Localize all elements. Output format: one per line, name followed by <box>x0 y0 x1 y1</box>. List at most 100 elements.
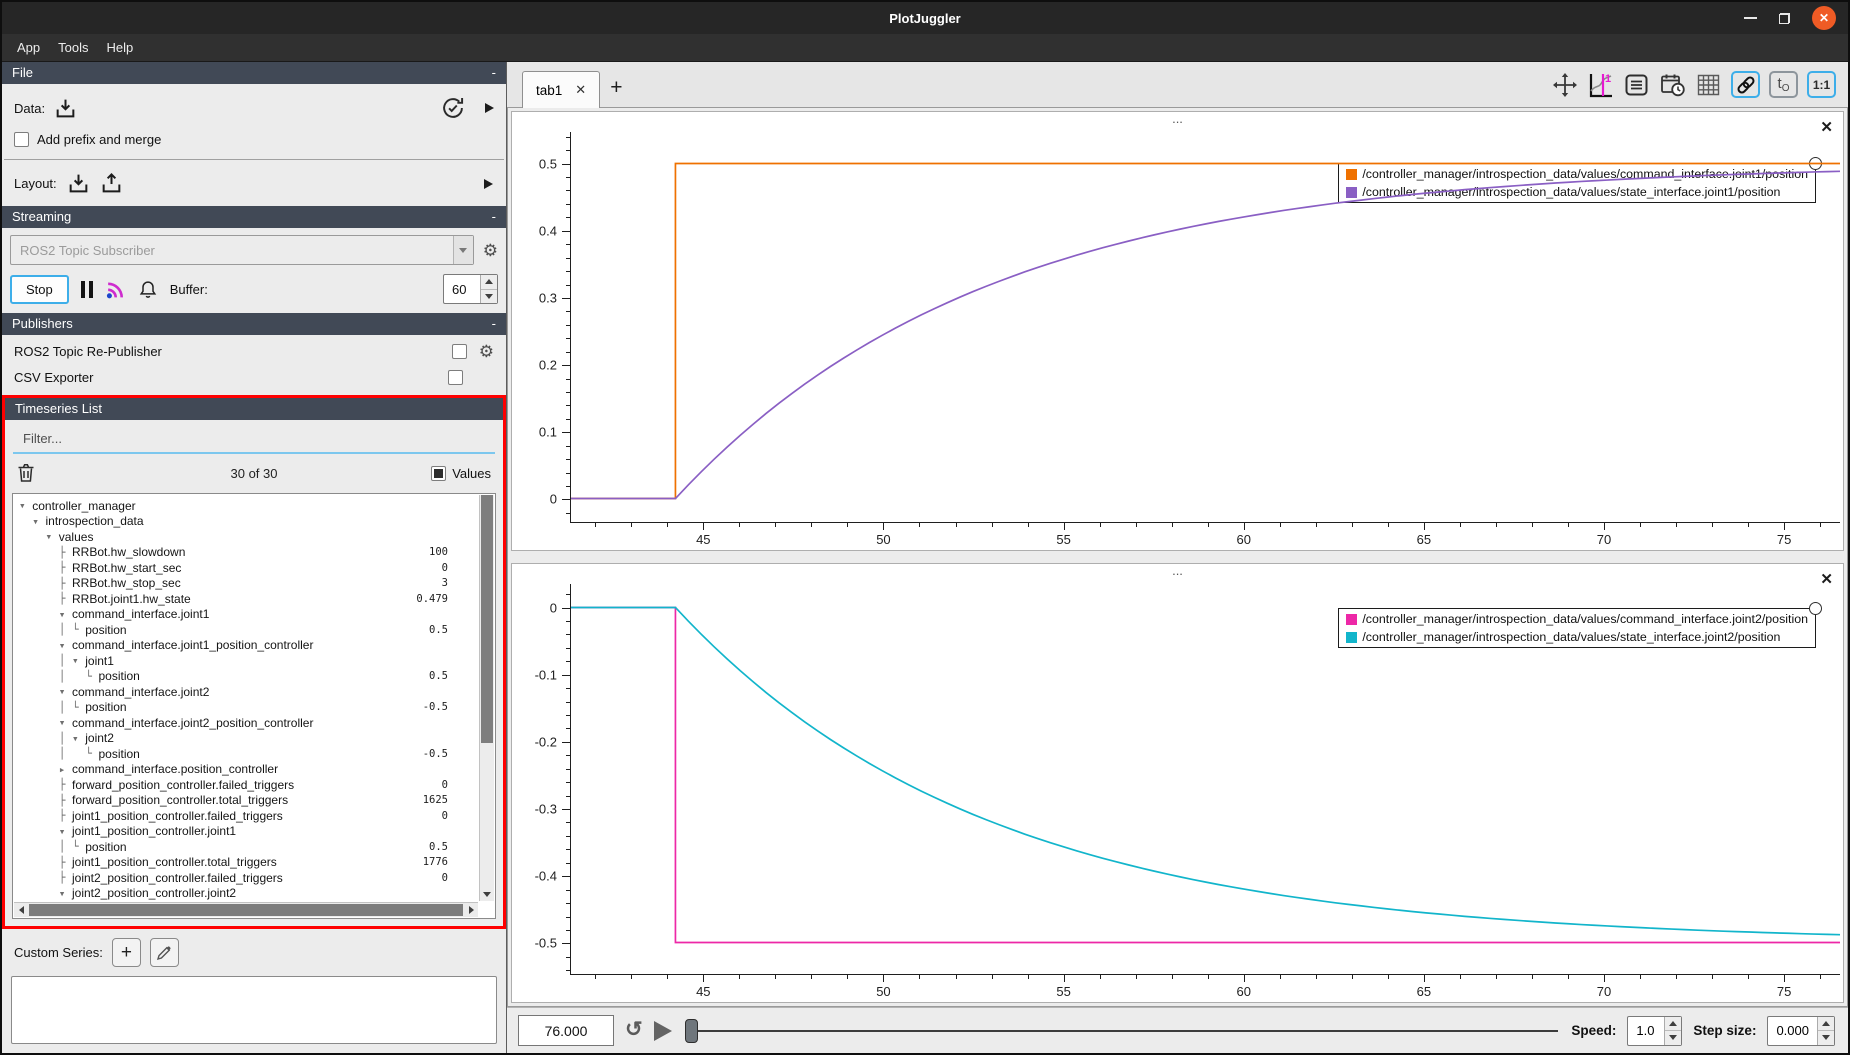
tree-item[interactable]: │ └ position-0.5 <box>19 746 478 762</box>
plot-canvas[interactable]: /controller_manager/introspection_data/v… <box>570 132 1840 523</box>
tree-item[interactable]: │ ▾ joint1 <box>19 653 478 669</box>
layout-menu-expander-icon[interactable] <box>484 179 493 189</box>
legend-item[interactable]: /controller_manager/introspection_data/v… <box>1346 612 1808 626</box>
tree-item[interactable]: ├ joint1_position_controller.total_trigg… <box>19 855 478 871</box>
plot-close-icon[interactable]: ✕ <box>1820 570 1833 588</box>
reload-data-icon[interactable] <box>440 95 466 121</box>
tree-item-label[interactable]: controller_manager <box>32 499 135 513</box>
tree-item-label[interactable]: position <box>85 623 126 637</box>
tree-item-label[interactable]: RRBot.joint1.hw_state <box>72 592 191 606</box>
values-checkbox[interactable] <box>431 466 446 481</box>
plot-joint2[interactable]: ... ✕ 0-0.1-0.2-0.3-0.4-0.5 /controller_… <box>511 563 1844 1003</box>
play-icon[interactable] <box>654 1021 672 1041</box>
collapse-icon[interactable]: - <box>492 209 496 224</box>
minimize-icon[interactable] <box>1744 17 1757 19</box>
load-layout-icon[interactable] <box>67 172 90 195</box>
tree-item-label[interactable]: position <box>85 840 126 854</box>
pause-icon[interactable] <box>81 281 93 298</box>
tree-item-label[interactable]: RRBot.hw_slowdown <box>72 545 185 559</box>
grid-layout-icon[interactable] <box>1695 72 1722 98</box>
collapse-icon[interactable]: - <box>492 316 496 331</box>
ratio-1-1-icon[interactable]: 1:1 <box>1807 71 1836 98</box>
menu-tools[interactable]: Tools <box>49 37 97 58</box>
streaming-source-select[interactable]: ROS2 Topic Subscriber <box>10 235 474 265</box>
tree-item[interactable]: ├ RRBot.hw_start_sec0 <box>19 560 478 576</box>
tree-item-label[interactable]: joint1_position_controller.joint1 <box>72 824 236 838</box>
datetime-icon[interactable] <box>1659 72 1686 98</box>
tree-item[interactable]: │ └ position0.5 <box>19 669 478 685</box>
tree-item[interactable]: ├ joint1_position_controller.failed_trig… <box>19 808 478 824</box>
scroll-right-icon[interactable] <box>464 906 478 914</box>
plot-splitter[interactable] <box>511 551 1844 563</box>
tree-item[interactable]: ▾ values <box>19 529 478 545</box>
edit-custom-series-button[interactable] <box>150 938 179 967</box>
legend-toggle-icon[interactable] <box>1809 602 1822 615</box>
legend-item[interactable]: /controller_manager/introspection_data/v… <box>1346 630 1808 644</box>
step-spin-arrows[interactable] <box>1817 1017 1834 1045</box>
tree-item[interactable]: │ └ position0.5 <box>19 839 478 855</box>
save-layout-icon[interactable] <box>100 172 123 195</box>
data-menu-expander-icon[interactable] <box>485 103 494 113</box>
tree-item[interactable]: ▾ introspection_data <box>19 514 478 530</box>
tree-item[interactable]: │ ▾ joint2 <box>19 731 478 747</box>
tree-item-label[interactable]: joint2_position_controller.joint2 <box>72 886 236 900</box>
add-prefix-checkbox[interactable] <box>14 132 29 147</box>
tree-item-label[interactable]: command_interface.joint1 <box>72 607 209 621</box>
plot-joint1[interactable]: ... ✕ 0.50.40.30.20.10 /controller_manag… <box>511 111 1844 551</box>
slider-track[interactable] <box>685 1030 1559 1032</box>
scroll-down-icon[interactable] <box>480 888 494 901</box>
tree-item-label[interactable]: command_interface.joint1_position_contro… <box>72 638 313 652</box>
tree-item-label[interactable]: RRBot.hw_start_sec <box>72 561 181 575</box>
tree-item-label[interactable]: joint1_position_controller.total_trigger… <box>72 855 277 869</box>
scroll-left-icon[interactable] <box>14 906 28 914</box>
tree-item-label[interactable]: joint1 <box>85 654 114 668</box>
tracker-cursor-icon[interactable]: 1 <box>1587 72 1614 98</box>
tree-item[interactable]: ├ forward_position_controller.total_trig… <box>19 793 478 809</box>
menu-help[interactable]: Help <box>98 37 143 58</box>
tree-item[interactable]: │ └ position-0.5 <box>19 700 478 716</box>
tree-item[interactable]: ▸ command_interface.position_controller <box>19 762 478 778</box>
legend-item[interactable]: /controller_manager/introspection_data/v… <box>1346 185 1808 199</box>
time-offset-icon[interactable]: tO <box>1769 71 1798 98</box>
speed-spinbox[interactable]: 1.0 <box>1627 1016 1682 1046</box>
current-time-field[interactable]: 76.000 <box>518 1015 614 1046</box>
tree-item[interactable]: ▾ joint1_position_controller.joint1 <box>19 824 478 840</box>
stop-button[interactable]: Stop <box>10 275 69 304</box>
streaming-settings-gear-icon[interactable]: ⚙ <box>483 242 498 259</box>
link-axes-icon[interactable] <box>1731 71 1760 98</box>
trash-icon[interactable] <box>17 463 35 483</box>
section-header-timeseries[interactable]: Timeseries List <box>5 398 503 420</box>
add-tab-button[interactable]: + <box>610 76 622 100</box>
loop-icon[interactable]: ↺ <box>625 1019 643 1040</box>
buffer-spinbox[interactable]: 60 <box>443 274 498 304</box>
section-header-publishers[interactable]: Publishers - <box>2 313 506 335</box>
move-view-icon[interactable] <box>1552 72 1578 98</box>
vertical-scrollbar[interactable] <box>479 495 494 901</box>
tree-item-label[interactable]: position <box>98 669 139 683</box>
section-header-file[interactable]: File - <box>2 62 506 84</box>
plot-close-icon[interactable]: ✕ <box>1820 118 1833 136</box>
add-custom-series-button[interactable]: + <box>112 938 141 967</box>
custom-series-list[interactable] <box>11 976 497 1044</box>
close-icon[interactable]: ✕ <box>1812 6 1836 30</box>
tree-item[interactable]: ▾ command_interface.joint2 <box>19 684 478 700</box>
publisher-settings-gear-icon[interactable]: ⚙ <box>479 343 494 360</box>
legend-toggle-icon[interactable] <box>1809 157 1822 170</box>
plot-splitter-dots[interactable]: ... <box>512 112 1843 132</box>
combo-dropdown-icon[interactable] <box>453 236 473 264</box>
tree-item-label[interactable]: command_interface.joint2 <box>72 685 209 699</box>
tree-item[interactable]: ▾ controller_manager <box>19 498 478 514</box>
tree-item-label[interactable]: forward_position_controller.total_trigge… <box>72 793 288 807</box>
speed-spin-arrows[interactable] <box>1664 1017 1681 1045</box>
tree-item-label[interactable]: joint1_position_controller.failed_trigge… <box>72 809 283 823</box>
tree-item[interactable]: ▾ command_interface.joint1_position_cont… <box>19 638 478 654</box>
tab-tab1[interactable]: tab1 ✕ <box>522 71 600 108</box>
buffer-spin-arrows[interactable] <box>480 275 497 303</box>
horizontal-scrollbar[interactable] <box>14 902 478 917</box>
collapse-icon[interactable]: - <box>492 65 496 80</box>
tree-item-label[interactable]: position <box>98 747 139 761</box>
tree-item[interactable]: ▾ joint2_position_controller.joint2 <box>19 886 478 902</box>
horizontal-scrollbar-thumb[interactable] <box>29 904 463 916</box>
tree-item-label[interactable]: command_interface.joint2_position_contro… <box>72 716 313 730</box>
tree-item[interactable]: ├ forward_position_controller.failed_tri… <box>19 777 478 793</box>
